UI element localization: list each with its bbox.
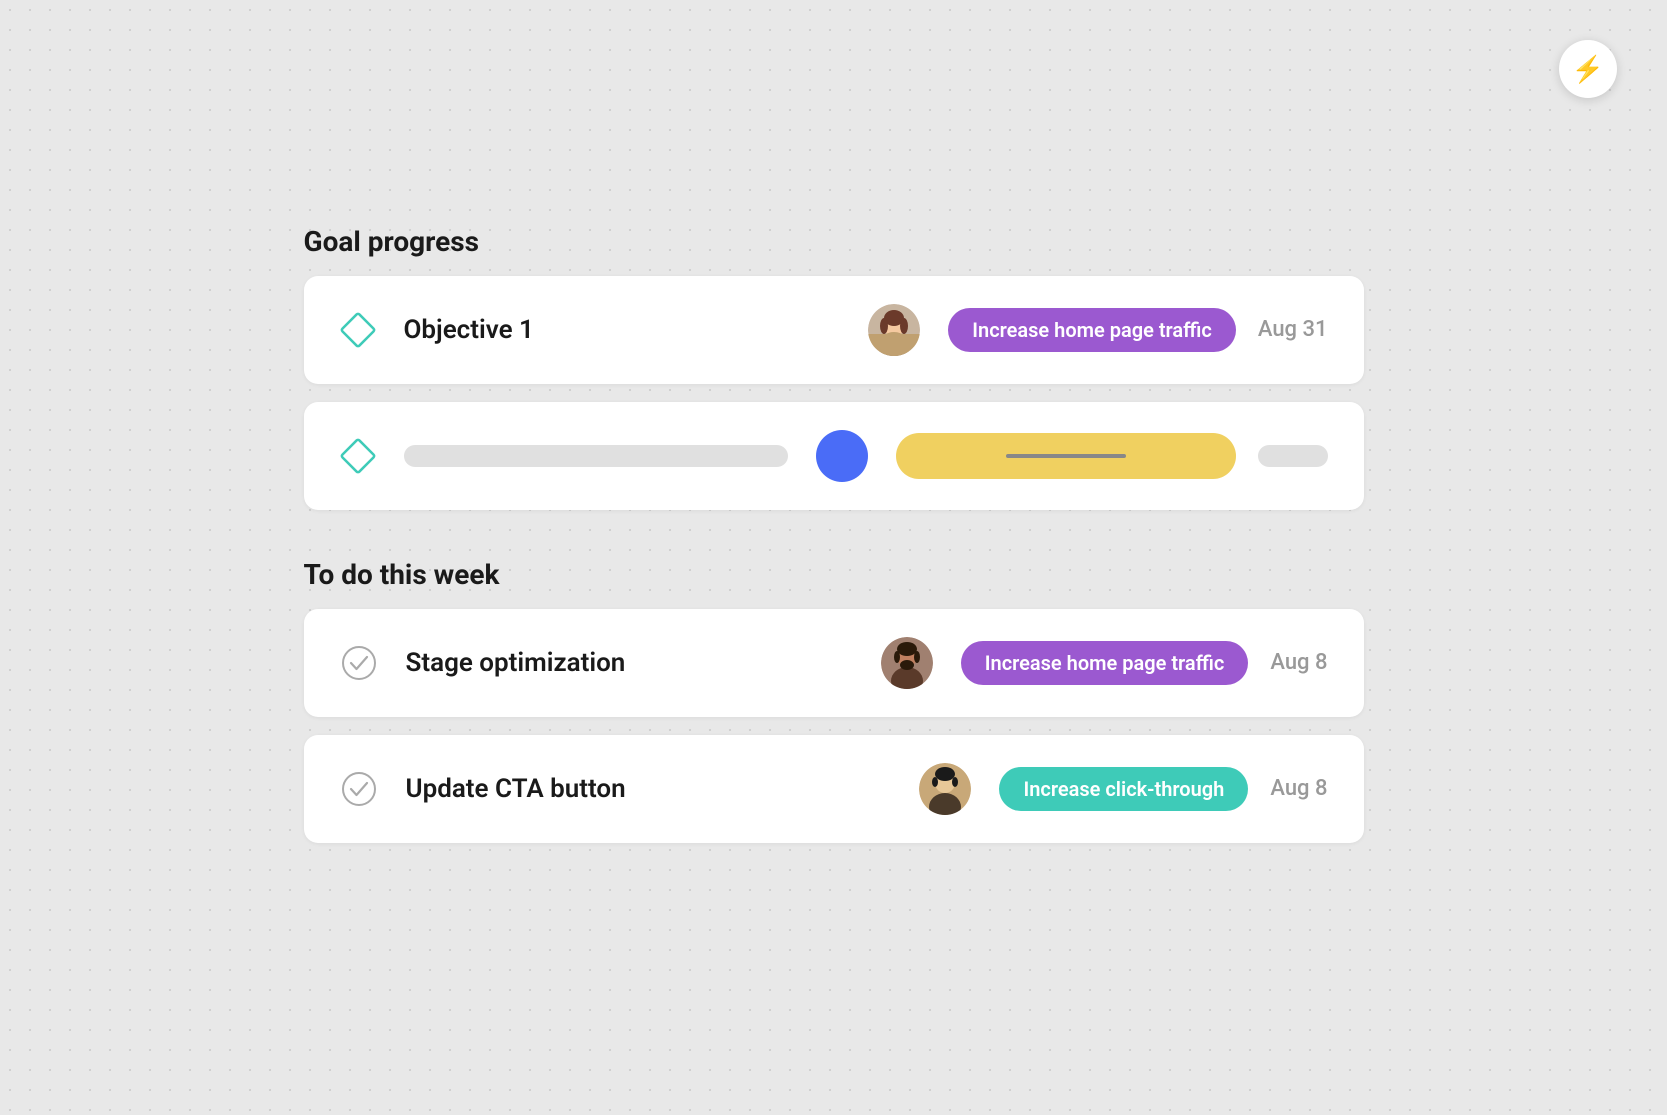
check-icon-1: [340, 644, 378, 682]
task-2-date: Aug 8: [1270, 776, 1327, 801]
task-2-avatar: [919, 763, 971, 815]
skeleton-tag: [896, 433, 1236, 479]
check-icon-2: [340, 770, 378, 808]
diamond-icon-2: [340, 438, 376, 474]
objective-1-title: Objective 1: [404, 315, 869, 345]
goal-progress-section: Goal progress Objective 1: [304, 225, 1364, 510]
skeleton-tag-line: [1006, 454, 1126, 458]
objective-2-card[interactable]: [304, 402, 1364, 510]
task-1-card[interactable]: Stage optimization Increase home page tr…: [304, 609, 1364, 717]
task-2-tag[interactable]: Increase click-through: [999, 767, 1248, 811]
lightning-button[interactable]: ⚡: [1559, 40, 1617, 98]
todo-section-title: To do this week: [304, 558, 1364, 591]
lightning-icon: ⚡: [1572, 54, 1604, 85]
task-1-tag[interactable]: Increase home page traffic: [961, 641, 1249, 685]
task-1-avatar: [881, 637, 933, 689]
task-1-title: Stage optimization: [406, 648, 881, 678]
task-2-card[interactable]: Update CTA button Increase click-through…: [304, 735, 1364, 843]
todo-section: To do this week Stage optimization: [304, 558, 1364, 843]
objective-1-card[interactable]: Objective 1 Increase ho: [304, 276, 1364, 384]
objective-1-tag[interactable]: Increase home page traffic: [948, 308, 1236, 352]
skeleton-date: [1258, 445, 1328, 467]
goal-section-title: Goal progress: [304, 225, 1364, 258]
main-container: Goal progress Objective 1: [284, 205, 1384, 911]
task-2-title: Update CTA button: [406, 774, 920, 804]
objective-1-avatar: [868, 304, 920, 356]
task-1-date: Aug 8: [1270, 650, 1327, 675]
diamond-icon-1: [340, 312, 376, 348]
skeleton-avatar: [816, 430, 868, 482]
skeleton-title-bar: [404, 445, 788, 467]
objective-1-date: Aug 31: [1258, 317, 1328, 342]
